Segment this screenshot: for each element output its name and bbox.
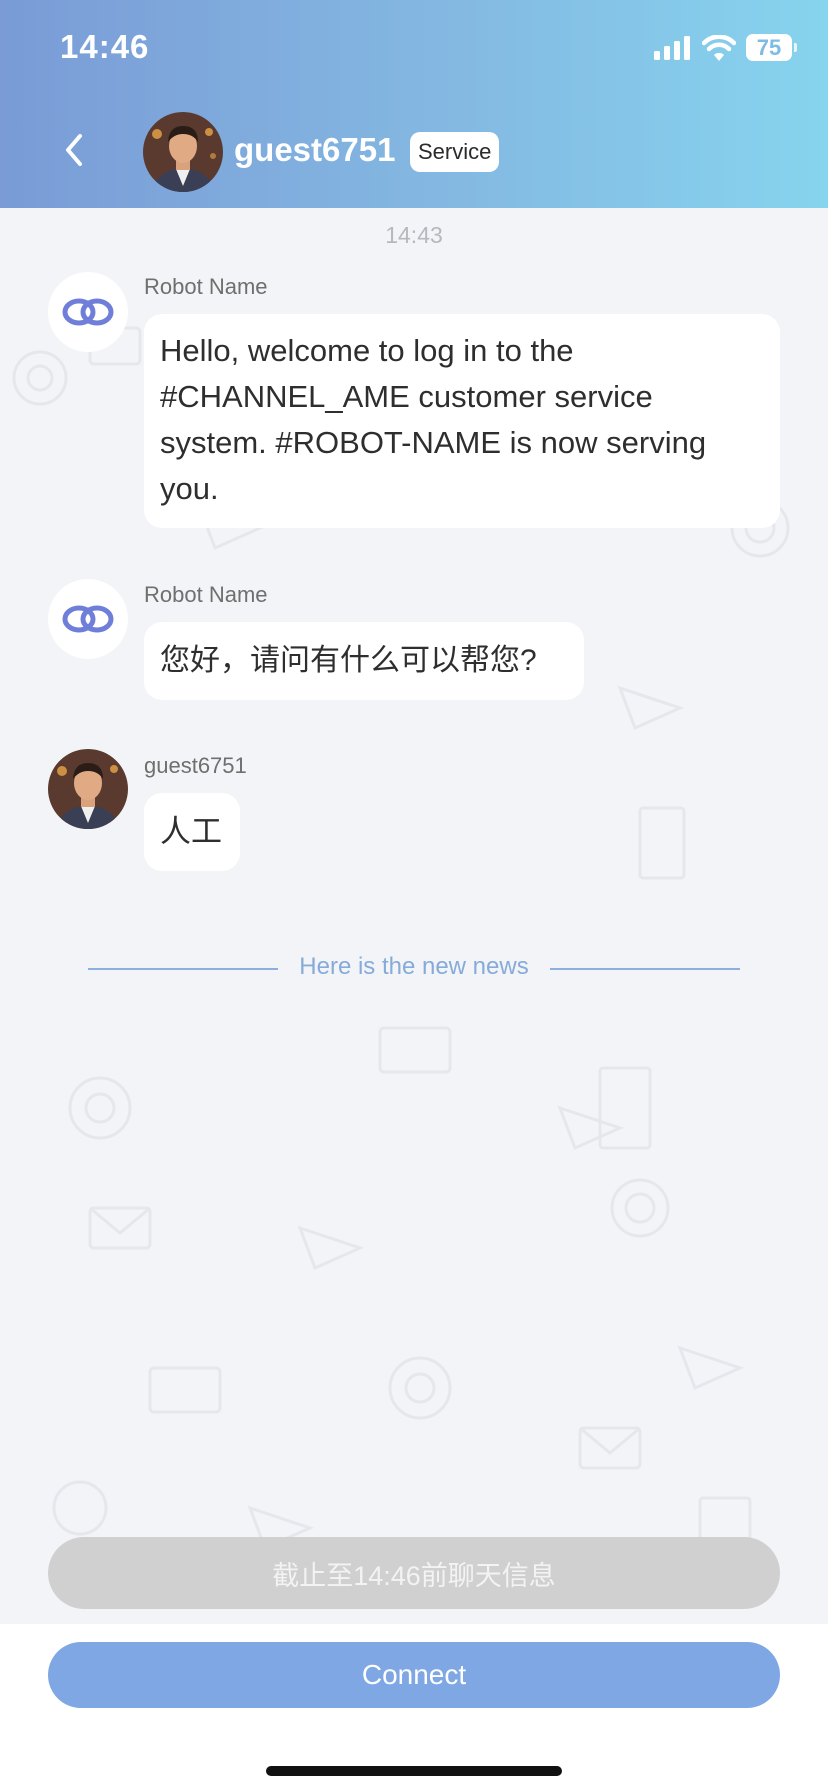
chat-header: 14:46 75 guest6751 Service bbox=[0, 0, 828, 208]
link-icon bbox=[62, 605, 114, 633]
message-bubble: 您好，请问有什么可以帮您? bbox=[144, 622, 584, 700]
service-badge: Service bbox=[410, 132, 500, 172]
chat-timestamp: 14:43 bbox=[385, 222, 443, 248]
chat-area[interactable]: 14:43 Robot Name Hello, welcome to log i… bbox=[0, 208, 828, 1624]
chevron-left-icon bbox=[66, 134, 82, 166]
divider-line bbox=[550, 968, 740, 970]
history-notice: 截止至14:46前聊天信息 bbox=[48, 1537, 780, 1609]
home-indicator[interactable] bbox=[266, 1766, 562, 1776]
user-avatar-icon bbox=[48, 749, 128, 829]
message-bubble: Hello, welcome to log in to the #CHANNEL… bbox=[144, 314, 780, 528]
signal-icon bbox=[654, 35, 690, 60]
message-sender: Robot Name bbox=[144, 582, 268, 607]
message-bubble: 人工 bbox=[144, 793, 240, 871]
robot-avatar bbox=[48, 579, 128, 659]
message-sender: Robot Name bbox=[144, 274, 268, 299]
robot-avatar bbox=[48, 272, 128, 352]
status-icons: 75 bbox=[654, 34, 797, 61]
bottom-bar: Connect bbox=[0, 1624, 828, 1792]
avatar[interactable] bbox=[143, 112, 223, 192]
divider-text: Here is the new news bbox=[299, 953, 529, 980]
back-button[interactable] bbox=[56, 130, 96, 170]
header-title: guest6751 bbox=[234, 131, 396, 168]
message-sender: guest6751 bbox=[144, 753, 247, 778]
wifi-icon bbox=[702, 34, 736, 61]
battery-icon: 75 bbox=[746, 34, 797, 61]
avatar[interactable] bbox=[48, 749, 128, 829]
connect-button[interactable]: Connect bbox=[48, 1642, 780, 1708]
new-messages-divider: Here is the new news bbox=[88, 953, 740, 983]
user-avatar-icon bbox=[143, 112, 223, 192]
link-icon bbox=[62, 298, 114, 326]
status-time: 14:46 bbox=[60, 28, 150, 65]
